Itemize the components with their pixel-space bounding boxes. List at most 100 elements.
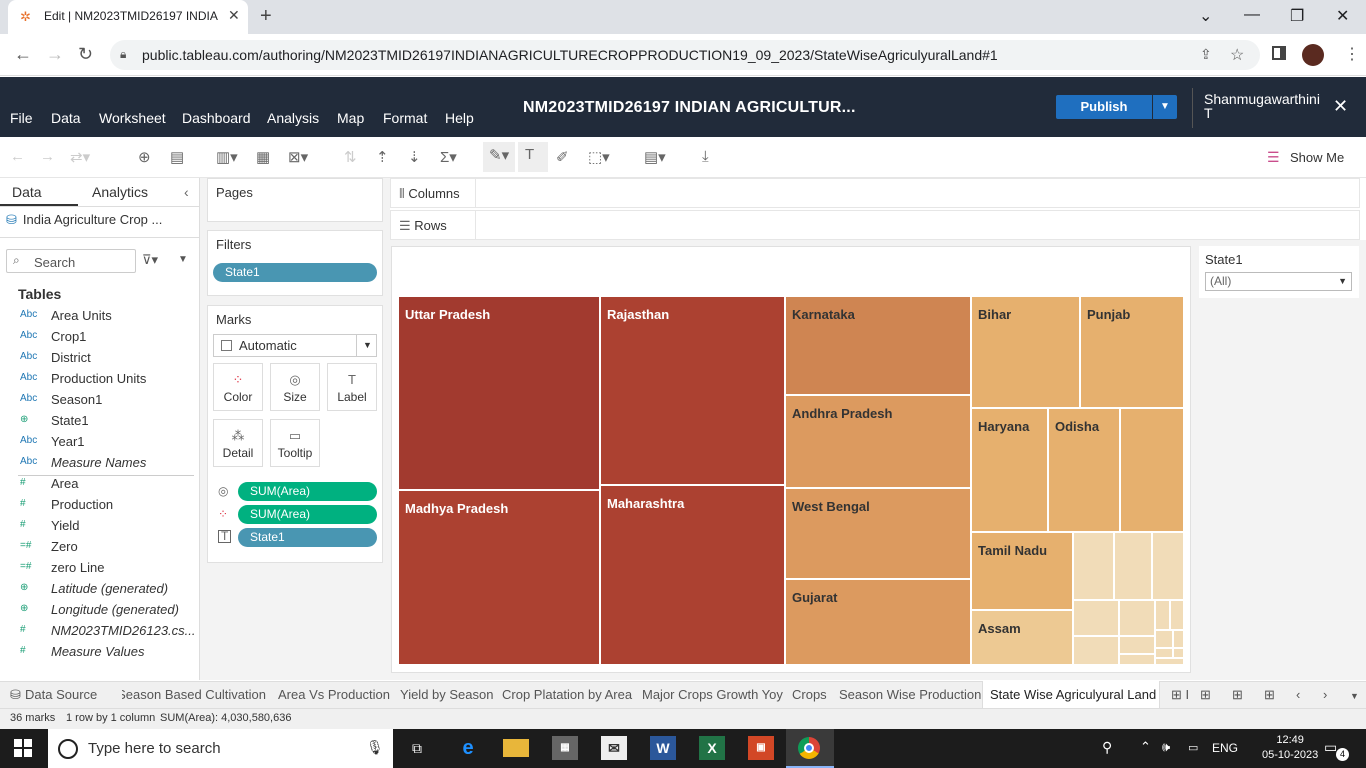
treemap-cell[interactable]: [1155, 658, 1184, 665]
download-icon[interactable]: ⤓: [702, 148, 709, 165]
scroll-right-icon[interactable]: ›: [1323, 687, 1327, 702]
duplicate-sheet-icon[interactable]: ▦: [256, 148, 270, 166]
menu-worksheet[interactable]: Worksheet: [99, 110, 166, 126]
treemap-cell[interactable]: [1073, 636, 1119, 665]
treemap-cell[interactable]: [1170, 600, 1184, 630]
menu-help[interactable]: Help: [445, 110, 474, 126]
format-workbook-icon[interactable]: ✐: [556, 148, 569, 166]
pages-card[interactable]: Pages: [207, 178, 383, 222]
new-story-tab-icon[interactable]: ⊞: [1264, 687, 1275, 703]
publish-button[interactable]: Publish: [1056, 95, 1152, 119]
scroll-left-icon[interactable]: ‹: [1296, 687, 1300, 702]
mail-icon[interactable]: ✉: [601, 736, 627, 760]
people-icon[interactable]: ⚲: [1102, 739, 1112, 756]
sheet-sorter-icon[interactable]: ⊞ I: [1171, 687, 1189, 703]
undo-icon[interactable]: ←: [10, 148, 25, 165]
tab-major-crops-growth[interactable]: Major Crops Growth Yoy: [642, 687, 783, 702]
field-item[interactable]: Abc Measure Names: [0, 453, 198, 474]
field-item[interactable]: # NM2023TMID26123.cs...: [0, 621, 198, 642]
field-item[interactable]: ⊕ Longitude (generated): [0, 600, 198, 621]
field-item[interactable]: =# Zero: [0, 537, 198, 558]
close-tab-icon[interactable]: ✕: [228, 7, 240, 24]
word-icon[interactable]: W: [650, 736, 676, 760]
edge-icon[interactable]: e: [455, 736, 481, 760]
tab-crops[interactable]: Crops: [792, 687, 827, 702]
profile-avatar[interactable]: [1302, 44, 1324, 66]
treemap-cell[interactable]: Bihar: [971, 296, 1080, 408]
minimize-icon[interactable]: —: [1244, 6, 1260, 24]
tab-season-wise-production[interactable]: Season Wise Production: [839, 687, 981, 702]
publish-dropdown-icon[interactable]: ▼: [1153, 95, 1177, 119]
label-pill-state[interactable]: State1: [238, 528, 377, 547]
redo-icon[interactable]: →: [40, 148, 55, 165]
menu-map[interactable]: Map: [337, 110, 364, 126]
close-editor-icon[interactable]: ✕: [1333, 96, 1348, 117]
treemap-cell[interactable]: Gujarat: [785, 579, 971, 665]
tab-crop-platation-by-area[interactable]: Crop Platation by Area: [502, 687, 632, 702]
treemap-cell[interactable]: [1114, 532, 1152, 600]
tab-yield-by-season[interactable]: Yield by Season: [400, 687, 493, 702]
workbook-title[interactable]: NM2023TMID26197 INDIAN AGRICULTUR...: [523, 99, 856, 117]
field-item[interactable]: =# zero Line: [0, 558, 198, 579]
label-button[interactable]: T Label: [327, 363, 377, 411]
sort-desc-icon[interactable]: ⇣: [408, 148, 421, 166]
tab-area-vs-production[interactable]: Area Vs Production: [278, 687, 390, 702]
field-item[interactable]: Abc Area Units: [0, 306, 198, 327]
treemap-cell[interactable]: Uttar Pradesh: [398, 296, 600, 490]
treemap-cell[interactable]: [1173, 630, 1184, 648]
bookmark-star-icon[interactable]: ☆: [1230, 45, 1244, 65]
treemap-cell[interactable]: [1155, 630, 1173, 648]
menu-dashboard[interactable]: Dashboard: [182, 110, 251, 126]
task-view-icon[interactable]: ⧉: [404, 736, 430, 760]
store-icon[interactable]: ▦: [552, 736, 578, 760]
field-item[interactable]: # Yield: [0, 516, 198, 537]
mark-type-select[interactable]: Automatic ▼: [213, 334, 377, 357]
replay-icon[interactable]: ⇄▾: [70, 148, 90, 166]
file-explorer-icon[interactable]: [503, 739, 529, 757]
field-item[interactable]: # Production: [0, 495, 198, 516]
forward-icon[interactable]: →: [46, 44, 64, 65]
treemap-cell[interactable]: [1119, 636, 1155, 654]
menu-format[interactable]: Format: [383, 110, 427, 126]
field-item[interactable]: Abc Year1: [0, 432, 198, 453]
powerpoint-icon[interactable]: ▣: [748, 736, 774, 760]
new-worksheet-icon[interactable]: ▥▾: [216, 148, 238, 166]
show-hidden-icons[interactable]: ⌃: [1140, 739, 1151, 755]
battery-icon[interactable]: ▭: [1188, 741, 1198, 754]
share-icon[interactable]: ⇪: [1200, 46, 1212, 63]
clear-sheet-icon[interactable]: ⊠▾: [288, 148, 308, 166]
new-tab-button[interactable]: +: [260, 5, 272, 28]
treemap-cell[interactable]: Andhra Pradesh: [785, 395, 971, 488]
tab-search-icon[interactable]: ⌄: [1199, 6, 1212, 26]
close-window-icon[interactable]: ✕: [1336, 6, 1349, 26]
fit-icon[interactable]: ⬚▾: [588, 148, 610, 166]
menu-data[interactable]: Data: [51, 110, 81, 126]
treemap-cell[interactable]: Tamil Nadu: [971, 532, 1073, 610]
treemap-cell[interactable]: [1119, 600, 1155, 636]
sort-asc-icon[interactable]: ⇡: [376, 148, 389, 166]
language-indicator[interactable]: ENG: [1212, 741, 1238, 755]
treemap-cell[interactable]: Punjab: [1080, 296, 1184, 408]
back-icon[interactable]: ←: [14, 44, 32, 65]
treemap-cell[interactable]: Odisha: [1048, 408, 1120, 532]
treemap-cell[interactable]: Rajasthan: [600, 296, 785, 485]
treemap-cell[interactable]: [1152, 532, 1184, 600]
taskbar-search-input[interactable]: Type here to search 🎙︎: [48, 729, 393, 768]
treemap-cell[interactable]: Madhya Pradesh: [398, 490, 600, 665]
treemap-cell[interactable]: [1073, 600, 1119, 636]
color-button[interactable]: ⁘ Color: [213, 363, 263, 411]
tab-season-based-cultivation[interactable]: Season Based Cultivation: [122, 687, 266, 705]
show-cards-icon[interactable]: ▤▾: [644, 148, 666, 166]
state-filter-select[interactable]: (All) ▼: [1205, 272, 1352, 291]
chrome-menu-icon[interactable]: ⋮: [1344, 44, 1360, 64]
highlight-icon[interactable]: ✎▾: [483, 142, 515, 172]
filter-fields-icon[interactable]: ⊽▾: [142, 252, 158, 268]
columns-shelf[interactable]: ⦀ Columns: [390, 178, 1360, 208]
field-item[interactable]: ⊕ State1: [0, 411, 198, 432]
treemap-cell[interactable]: [1119, 654, 1155, 665]
pause-updates-icon[interactable]: ▤: [170, 148, 184, 166]
collapse-pane-icon[interactable]: ‹: [184, 184, 189, 200]
field-item[interactable]: Abc Production Units: [0, 369, 198, 390]
tab-state-wise-agricultural-land[interactable]: State Wise Agriculyural Land: [990, 687, 1156, 702]
treemap-cell[interactable]: Haryana: [971, 408, 1048, 532]
